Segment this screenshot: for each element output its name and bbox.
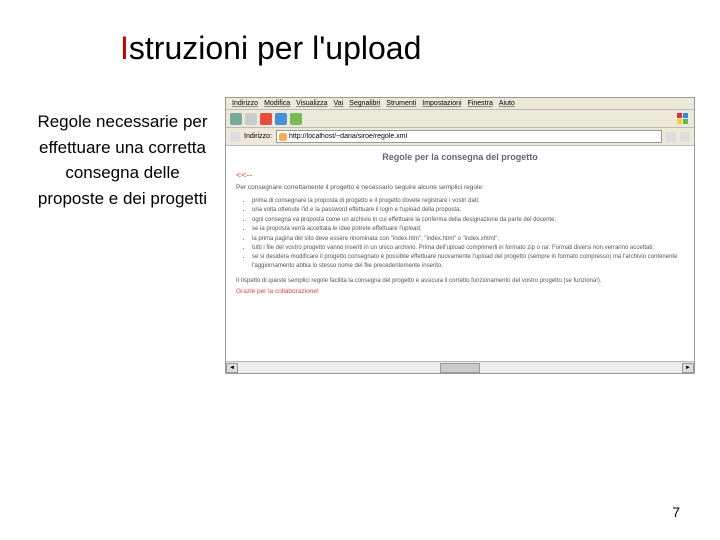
list-item: una volta ottenute l'id e la password ef… xyxy=(252,206,684,214)
list-item: se si desidera modificare il progetto co… xyxy=(252,253,684,270)
intro-text: Per consegnare correttamente il progetto… xyxy=(236,184,684,191)
footer-note: Il rispetto di queste semplici regole fa… xyxy=(236,278,684,284)
rules-list: prima di consegnare la proposta di proge… xyxy=(236,197,684,270)
list-item: prima di consegnare la proposta di proge… xyxy=(252,197,684,205)
browser-window: Indirizzo Modifica Visualizza Vai Segnal… xyxy=(225,97,695,374)
menu-indirizzo[interactable]: Indirizzo xyxy=(232,100,258,107)
go-icon[interactable] xyxy=(680,132,690,142)
menu-segnalibri[interactable]: Segnalibri xyxy=(349,100,380,107)
menu-strumenti[interactable]: Strumenti xyxy=(386,100,416,107)
scroll-track[interactable] xyxy=(238,363,682,373)
title-rest: struzioni per l'upload xyxy=(129,30,422,66)
left-description: Regole necessarie per effettuare una cor… xyxy=(30,97,215,374)
menu-visualizza[interactable]: Visualizza xyxy=(296,100,327,107)
address-field[interactable]: http://localhost/~daria/siroe/regole.xml xyxy=(276,130,662,143)
extension-icon[interactable] xyxy=(676,112,690,126)
menubar: Indirizzo Modifica Visualizza Vai Segnal… xyxy=(226,98,694,110)
page-icon xyxy=(279,133,287,141)
back-link[interactable]: <<-- xyxy=(236,170,684,180)
menu-vai[interactable]: Vai xyxy=(334,100,344,107)
list-item: tutti i file del vostro progetto vanno i… xyxy=(252,244,684,252)
page-number: 7 xyxy=(672,504,680,520)
home-icon[interactable] xyxy=(290,113,302,125)
horizontal-scrollbar[interactable]: ◄ ► xyxy=(226,361,694,373)
reload-icon[interactable] xyxy=(275,113,287,125)
toolbar xyxy=(226,110,694,128)
list-item: se la proposta verrà accettata le idee p… xyxy=(252,225,684,233)
back-icon[interactable] xyxy=(230,113,242,125)
address-bar: Indirizzo: http://localhost/~daria/siroe… xyxy=(226,128,694,146)
addr-icon xyxy=(230,132,240,142)
stop-icon[interactable] xyxy=(260,113,272,125)
slide-title: Istruzioni per l'upload xyxy=(0,0,720,67)
dropdown-icon[interactable] xyxy=(666,132,676,142)
forward-icon[interactable] xyxy=(245,113,257,125)
menu-finestra[interactable]: Finestra xyxy=(468,100,493,107)
page-heading: Regole per la consegna del progetto xyxy=(236,152,684,162)
scroll-thumb[interactable] xyxy=(440,363,480,373)
menu-aiuto[interactable]: Aiuto xyxy=(499,100,515,107)
thanks-text: Grazie per la collaborazione! xyxy=(236,288,684,295)
scroll-right-icon[interactable]: ► xyxy=(682,363,694,373)
page-content: Regole per la consegna del progetto <<--… xyxy=(226,146,694,361)
scroll-left-icon[interactable]: ◄ xyxy=(226,363,238,373)
list-item: ogni consegna va proposta come un archiv… xyxy=(252,216,684,224)
list-item: la prima pagina del sito deve essere rin… xyxy=(252,235,684,243)
address-url: http://localhost/~daria/siroe/regole.xml xyxy=(289,133,407,140)
content-row: Regole necessarie per effettuare una cor… xyxy=(0,67,720,374)
menu-impostazioni[interactable]: Impostazioni xyxy=(422,100,461,107)
address-label: Indirizzo: xyxy=(244,133,272,140)
menu-modifica[interactable]: Modifica xyxy=(264,100,290,107)
title-accent: I xyxy=(120,30,129,66)
